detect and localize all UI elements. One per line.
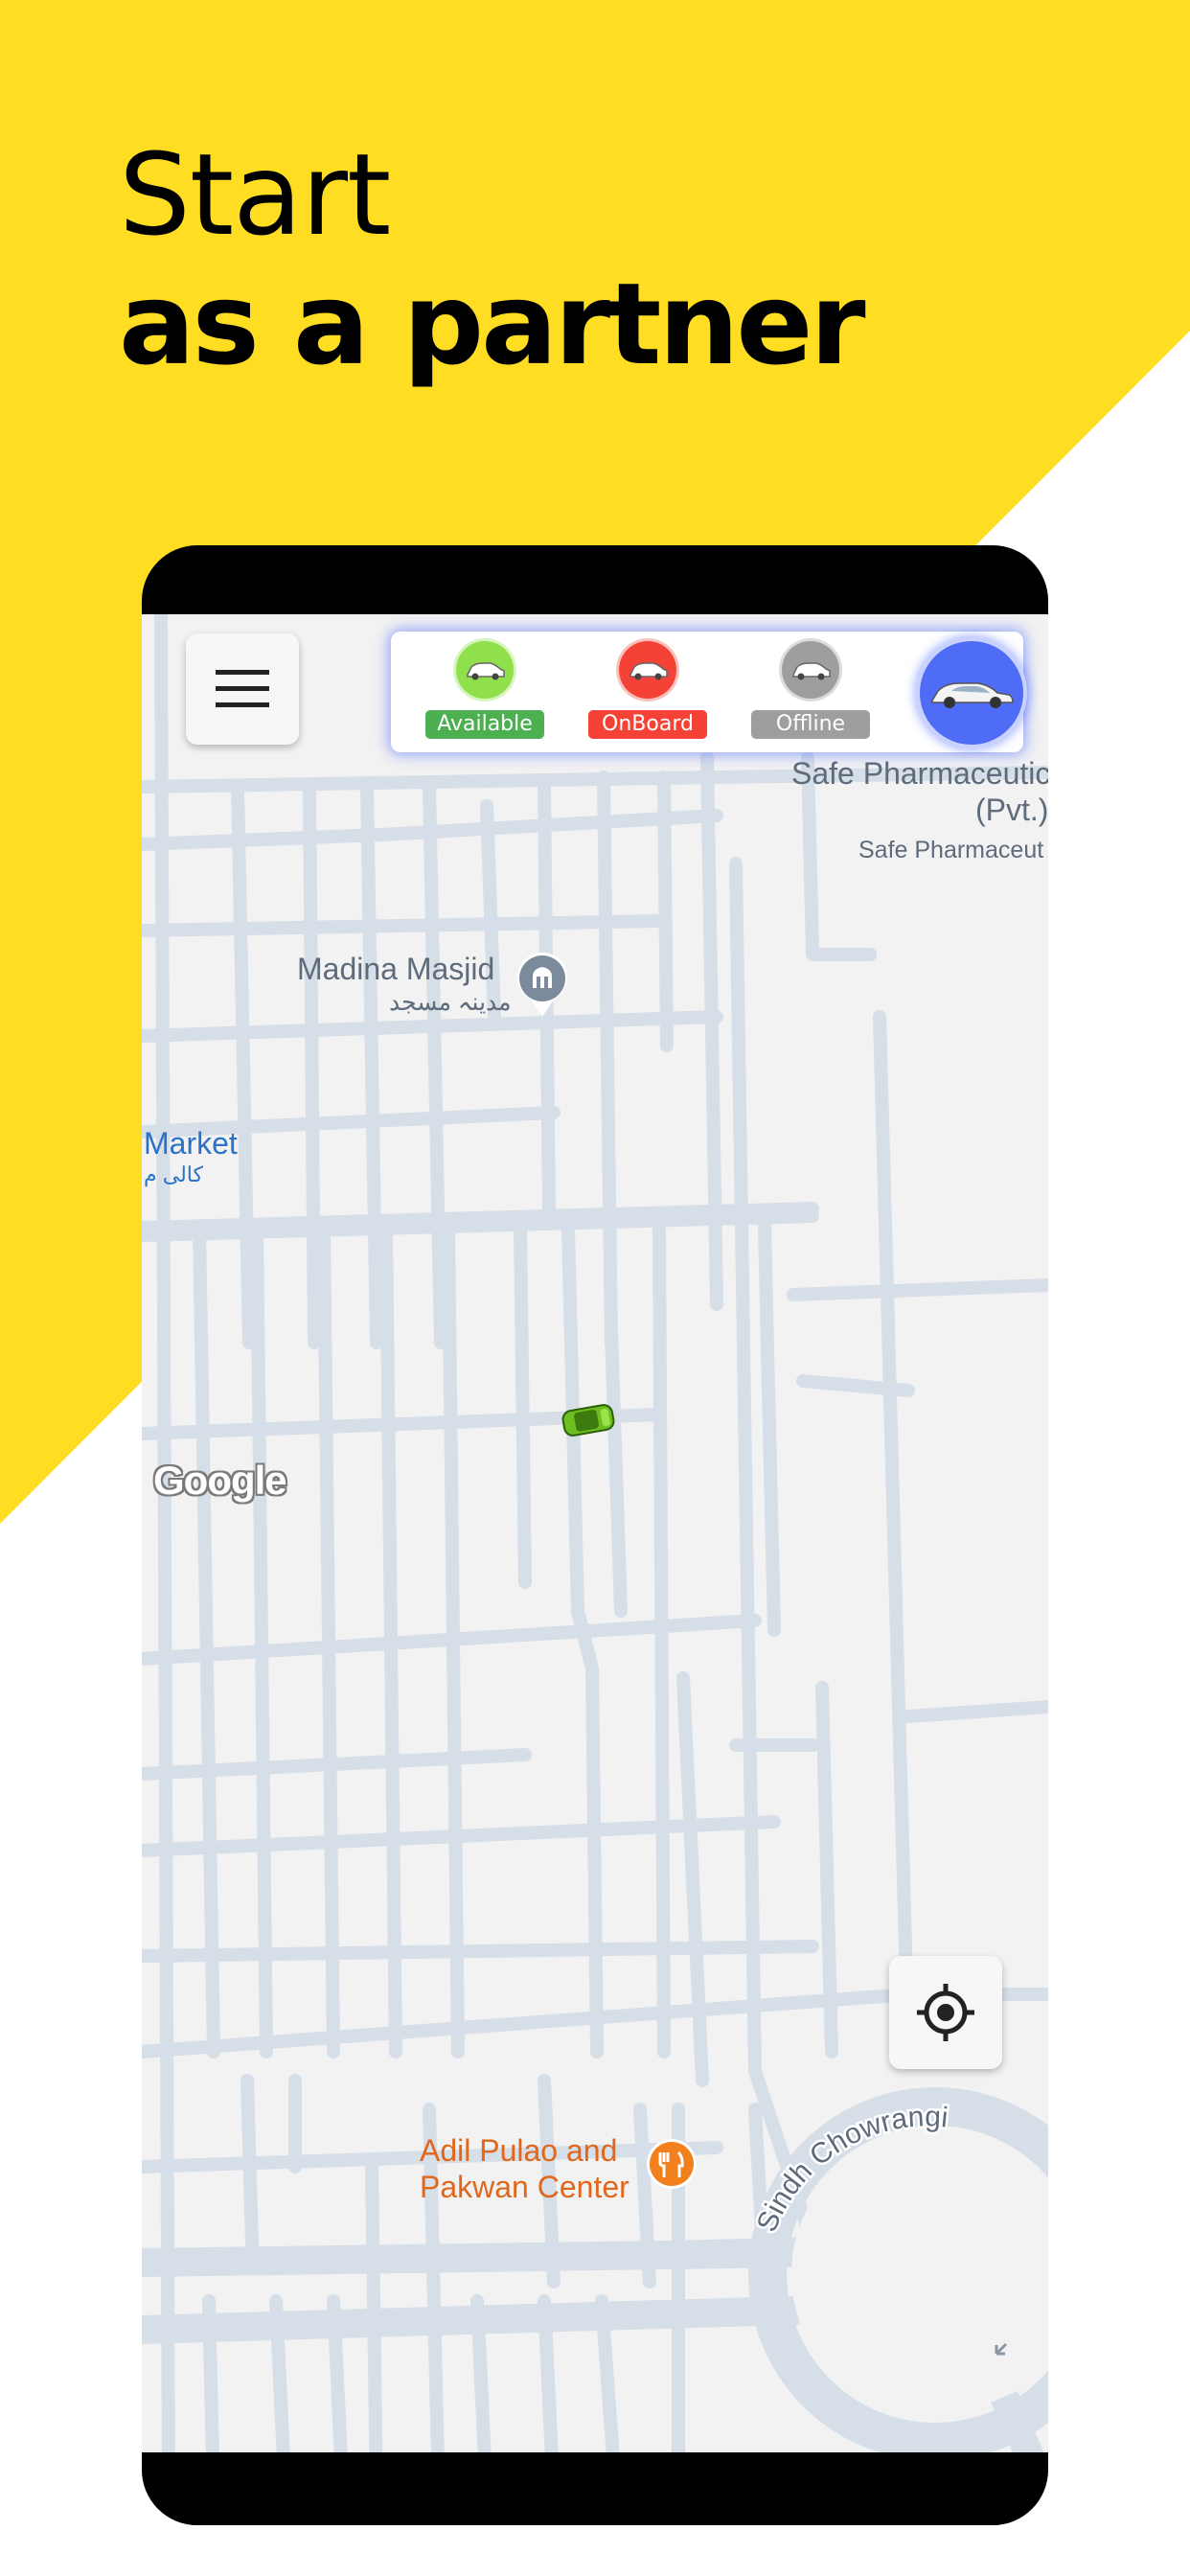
car-icon [456,641,514,699]
poi-adil-line2: Pakwan Center [420,2170,629,2204]
my-location-icon [917,1984,974,2041]
poi-safe-pharma-line2: (Pvt.) [975,793,1048,827]
car-icon [931,682,1014,708]
status-offline-label: Offline [751,710,870,739]
status-onboard-button[interactable]: OnBoard [588,641,707,748]
headline: Start as a partner [119,128,866,391]
poi-market: Market [144,1126,238,1161]
google-logo: Google [153,1458,287,1503]
current-status-button[interactable] [916,637,1027,748]
mosque-icon[interactable] [514,950,571,1019]
headline-line-2: as a partner [119,258,866,390]
svg-text:Sindh Chowrangi: Sindh Chowrangi [755,2101,950,2236]
car-icon[interactable] [560,1400,617,1440]
poi-safe-pharma-line1: Safe Pharmaceutic [791,756,1048,791]
fork-knife-icon[interactable] [644,2136,699,2197]
phone-bottom-bar [142,2452,1048,2525]
my-location-button[interactable] [889,1956,1002,2069]
status-available-button[interactable]: Available [425,641,544,748]
hamburger-menu-icon [216,670,269,707]
phone-frame: Safe Pharmaceutic (Pvt.) Safe Pharmaceut… [142,545,1048,2525]
poi-sindh-chowrangi: Sindh Chowrangi [755,2099,951,2239]
poi-adil-line1: Adil Pulao and [420,2133,618,2168]
poi-market-urdu: کالی م [144,1162,203,1186]
poi-madina-masjid-urdu: مدینہ مسجد [389,989,512,1016]
menu-button[interactable] [186,633,299,745]
car-icon [782,641,839,699]
status-offline-button[interactable]: Offline [751,641,870,748]
sindh-chowrangi-label: Sindh Chowrangi [755,2099,951,2239]
status-onboard-label: OnBoard [588,710,707,739]
driver-status-panel: Available OnBoard Offline [391,632,1027,752]
map-screen[interactable]: Safe Pharmaceutic (Pvt.) Safe Pharmaceut… [142,614,1048,2498]
poi-madina-masjid: Madina Masjid [297,952,495,986]
headline-line-1: Start [119,128,391,261]
poi-safe-pharma-sub: Safe Pharmaceut [858,837,1044,863]
car-icon [619,641,676,699]
status-available-label: Available [425,710,544,739]
